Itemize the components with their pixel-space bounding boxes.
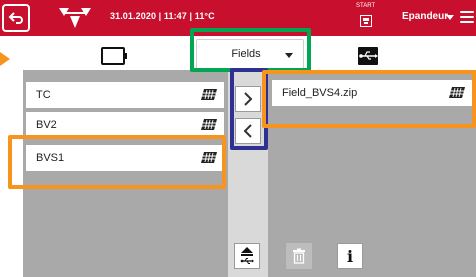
list-item-label: BVS1 [36, 152, 65, 164]
start-record-button[interactable]: START [356, 3, 386, 33]
list-item[interactable]: Field_BVS4.zip [272, 80, 472, 106]
info-icon: i [346, 246, 354, 266]
chevron-left-icon [243, 124, 252, 138]
field-icon [201, 152, 217, 163]
header-bar: 31.01.2020 | 11:47 | 11°C START Epandeur [0, 0, 476, 36]
brand-logo [59, 8, 91, 28]
list-item[interactable]: BVS1 [26, 145, 224, 171]
transfer-to-tablet-button[interactable] [235, 118, 261, 144]
profile-selector[interactable]: Epandeur [402, 11, 448, 22]
data-type-dropdown[interactable]: Fields [196, 39, 304, 69]
list-item-label: BV2 [36, 119, 57, 131]
data-transfer-screen: 31.01.2020 | 11:47 | 11°C START Epandeur… [0, 0, 476, 277]
dropdown-selected-value: Fields [231, 48, 261, 60]
chevron-down-icon[interactable] [446, 15, 454, 20]
delete-button[interactable] [286, 243, 312, 269]
usb-eject-button[interactable] [234, 243, 260, 269]
list-item-label: TC [36, 89, 51, 101]
start-label: START [356, 3, 376, 9]
list-item[interactable]: BV2 [26, 112, 224, 138]
tablet-icon[interactable] [98, 44, 130, 68]
chevron-right-icon [244, 92, 253, 106]
list-item[interactable]: TC [26, 82, 224, 108]
trash-icon [293, 248, 305, 264]
save-icon [360, 15, 372, 27]
usb-eject-icon [240, 247, 254, 264]
datetime-status: 31.01.2020 | 11:47 | 11°C [110, 11, 215, 21]
back-button[interactable] [2, 4, 30, 32]
list-item-label: Field_BVS4.zip [282, 87, 358, 99]
info-button[interactable]: i [337, 243, 363, 269]
field-icon [449, 87, 465, 98]
back-arrow-icon [8, 12, 23, 24]
transfer-to-usb-button[interactable] [235, 86, 261, 112]
pointer-arrow-icon [0, 52, 10, 66]
field-icon [201, 119, 217, 130]
hamburger-menu-icon[interactable] [460, 11, 474, 23]
field-icon [201, 89, 217, 100]
usb-icon[interactable] [352, 44, 384, 68]
chevron-down-icon [285, 53, 293, 58]
